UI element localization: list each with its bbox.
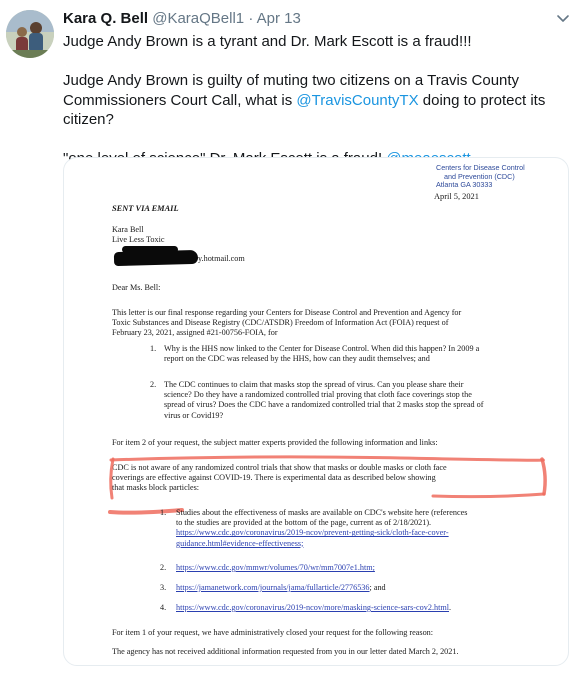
- doc-line: virus or Covid19?: [164, 410, 224, 420]
- item-number: 2.: [150, 380, 157, 389]
- sent-via: SENT VIA EMAIL: [112, 204, 179, 213]
- chevron-down-icon[interactable]: [555, 10, 571, 26]
- salutation: Dear Ms. Bell:: [112, 283, 161, 292]
- foia-letter: Centers for Disease Control and Preventi…: [64, 158, 568, 665]
- redaction-mark: [113, 249, 199, 267]
- doc-text: ; and: [369, 583, 386, 592]
- separator: ·: [248, 10, 254, 27]
- letter-date: April 5, 2021: [434, 192, 479, 201]
- doc-line: to the studies are provided at the botto…: [176, 518, 432, 528]
- item1-closing: For item 1 of your request, we have admi…: [112, 628, 434, 637]
- avatar-photo: [6, 10, 54, 58]
- item-number: 4.: [160, 603, 167, 612]
- tweet[interactable]: Kara Q. Bell @KaraQBell1 · Apr 13 Judge …: [0, 0, 581, 673]
- request-item-1: 1. Why is the HHS now linked to the Cent…: [112, 344, 532, 366]
- letterhead-line: Atlanta GA 30333: [436, 180, 493, 190]
- doc-link[interactable]: https://www.cdc.gov/mmwr/volumes/70/wr/m…: [176, 563, 375, 572]
- list-item-1: 1. Studies about the effectiveness of ma…: [112, 508, 532, 552]
- doc-line: The CDC continues to claim that masks st…: [164, 380, 464, 389]
- doc-line: This letter is our final response regard…: [112, 308, 462, 317]
- item-number: 1.: [160, 508, 167, 517]
- tweet-text: Judge Andy Brown is a tyrant and Dr. Mar…: [63, 32, 573, 169]
- tweet-line-text: Judge Andy Brown is guilty of muting two…: [63, 72, 520, 89]
- doc-link[interactable]: https://jamanetwork.com/journals/jama/fu…: [176, 583, 370, 592]
- doc-link[interactable]: https://www.cdc.gov/coronavirus/2019-nco…: [176, 528, 530, 538]
- request-item-2: 2. The CDC continues to claim that masks…: [112, 380, 532, 422]
- tweet-line: Commissioners Court Call, what is @Travi…: [63, 91, 573, 130]
- item-number: 1.: [150, 344, 157, 353]
- attached-image[interactable]: Centers for Disease Control and Preventi…: [63, 157, 569, 666]
- author-handle[interactable]: @KaraQBell1: [152, 10, 244, 27]
- doc-line: Toxic Substances and Disease Registry (C…: [112, 318, 449, 328]
- tweet-date[interactable]: Apr 13: [257, 10, 301, 27]
- doc-text: .: [449, 603, 452, 612]
- item-number: 3.: [160, 583, 167, 592]
- author-name[interactable]: Kara Q. Bell: [63, 10, 148, 27]
- avatar[interactable]: [6, 10, 54, 58]
- doc-line: report on the CDC was released by the HH…: [164, 354, 430, 364]
- tweet-header: Kara Q. Bell @KaraQBell1 · Apr 13: [63, 10, 301, 30]
- email-tail: y.hotmail.com: [198, 254, 245, 263]
- cdc-letterhead: Centers for Disease Control and Preventi…: [436, 163, 525, 190]
- doc-link[interactable]: https://www.cdc.gov/coronavirus/2019-nco…: [176, 603, 449, 612]
- doc-line: February 23, 2021, assigned #21-00756-FO…: [112, 328, 278, 338]
- doc-line: Why is the HHS now linked to the Center …: [164, 344, 480, 353]
- addressee-line: Kara Bell: [112, 225, 144, 234]
- list-item-4: 4. https://www.cdc.gov/coronavirus/2019-…: [112, 603, 532, 615]
- addressee-line: Live Less Toxic: [112, 235, 165, 245]
- list-item-3: 3. https://jamanetwork.com/journals/jama…: [112, 583, 532, 595]
- closing-line: The agency has not received additional i…: [112, 647, 459, 656]
- intro-paragraph: This letter is our final response regard…: [112, 308, 532, 339]
- doc-line: Studies about the effectiveness of masks…: [176, 508, 468, 517]
- tweet-line: Judge Andy Brown is a tyrant and Dr. Mar…: [63, 33, 472, 50]
- doc-line: science? Do they have a randomized contr…: [164, 390, 472, 400]
- doc-line: spread of virus? Does the CDC have a ran…: [164, 400, 484, 410]
- doc-link[interactable]: guidance.html#evidence-effectiveness;: [176, 539, 530, 549]
- list-item-2: 2. https://www.cdc.gov/mmwr/volumes/70/w…: [112, 563, 532, 575]
- mention-link[interactable]: @TravisCountyTX: [296, 92, 418, 109]
- item-number: 2.: [160, 563, 167, 572]
- tweet-line: Judge Andy Brown is guilty of muting two…: [63, 71, 573, 91]
- addressee: Kara Bell Live Less Toxic: [112, 225, 164, 245]
- item2-intro: For item 2 of your request, the subject …: [112, 438, 438, 447]
- tweet-line-text: Commissioners Court Call, what is: [63, 91, 297, 109]
